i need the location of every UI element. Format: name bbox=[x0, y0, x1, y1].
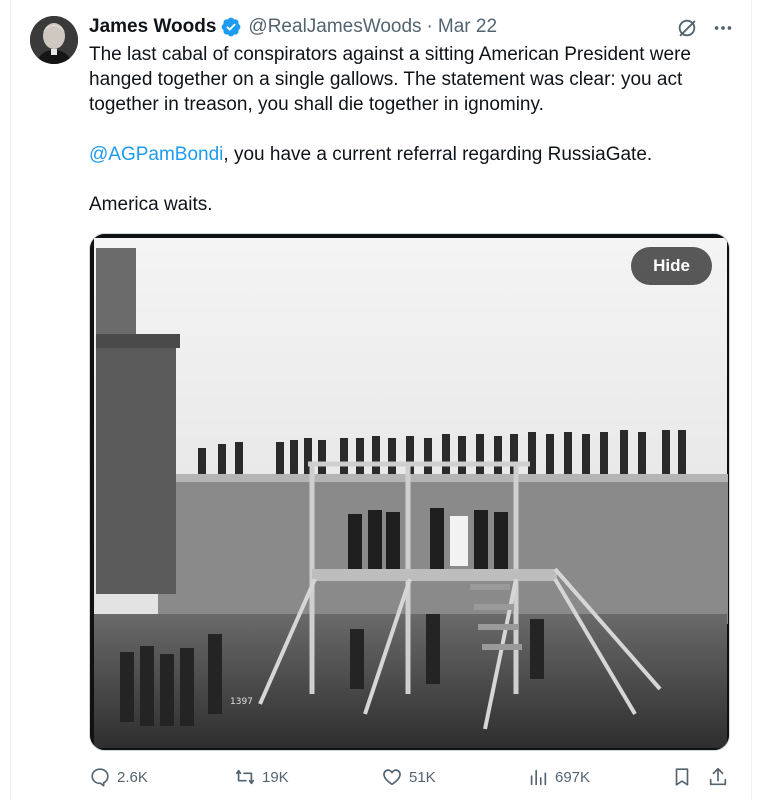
reply-button[interactable]: 2.6K bbox=[89, 766, 148, 788]
grok-icon[interactable] bbox=[676, 17, 698, 44]
share-icon bbox=[707, 766, 729, 788]
tweet-text: The last cabal of conspirators against a… bbox=[89, 42, 729, 242]
tweet-photo[interactable]: 1397 Hide bbox=[89, 233, 730, 751]
retweet-icon bbox=[234, 766, 256, 788]
avatar[interactable] bbox=[30, 16, 78, 64]
verified-badge-icon bbox=[220, 16, 242, 38]
top-right-actions bbox=[676, 17, 734, 44]
views-count: 697K bbox=[555, 768, 591, 786]
separator-dot: · bbox=[426, 16, 433, 37]
gallows-photo: 1397 bbox=[90, 234, 729, 750]
views-icon bbox=[527, 766, 549, 788]
action-bar: 2.6K 19K 51K 697K bbox=[89, 766, 734, 796]
reply-count: 2.6K bbox=[117, 768, 148, 786]
retweet-count: 19K bbox=[262, 768, 289, 786]
tweet-paragraph-3: America waits. bbox=[89, 194, 213, 215]
hide-button[interactable]: Hide bbox=[631, 247, 712, 285]
like-button[interactable]: 51K bbox=[381, 766, 436, 788]
views-button[interactable]: 697K bbox=[527, 766, 590, 788]
bookmark-icon bbox=[671, 766, 693, 788]
more-icon[interactable] bbox=[712, 17, 734, 44]
handle[interactable]: @RealJamesWoods bbox=[248, 16, 421, 38]
tweet-paragraph-2-text: , you have a current referral regarding … bbox=[223, 144, 653, 165]
display-name[interactable]: James Woods bbox=[89, 16, 216, 38]
tweet-paragraph-1: The last cabal of conspirators against a… bbox=[89, 44, 691, 115]
like-count: 51K bbox=[409, 768, 436, 786]
tweet-header: James Woods @RealJamesWoods · Mar 22 bbox=[89, 14, 497, 40]
like-icon bbox=[381, 766, 403, 788]
photo-number: 1397 bbox=[230, 697, 253, 707]
retweet-button[interactable]: 19K bbox=[234, 766, 289, 788]
mention-link[interactable]: @AGPamBondi bbox=[89, 144, 223, 165]
share-button[interactable] bbox=[707, 766, 729, 788]
bookmark-button[interactable] bbox=[671, 766, 693, 788]
tweet-paragraph-2: @AGPamBondi, you have a current referral… bbox=[89, 142, 729, 167]
tweet-date[interactable]: Mar 22 bbox=[438, 16, 497, 38]
reply-icon bbox=[89, 766, 111, 788]
